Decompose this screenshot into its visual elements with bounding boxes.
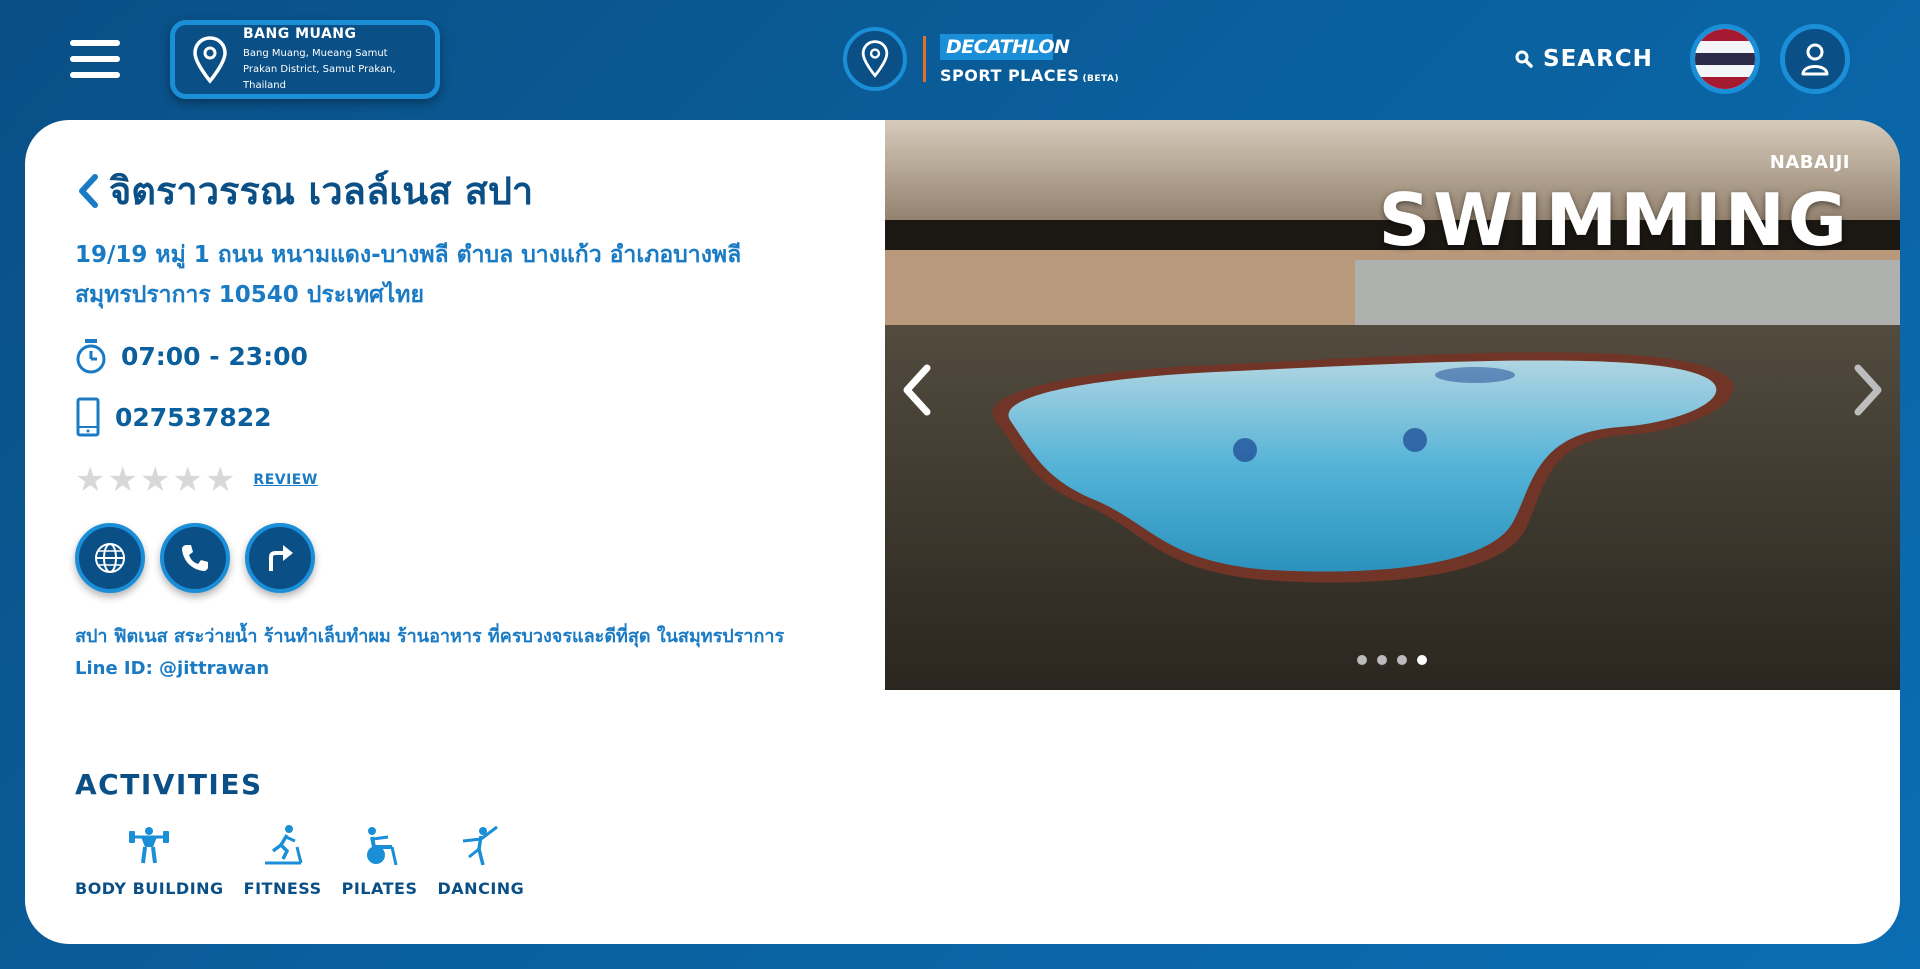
website-button[interactable] bbox=[75, 523, 145, 593]
flag-stripe bbox=[1695, 77, 1755, 89]
phone-row: 027537822 bbox=[75, 397, 855, 437]
flag-stripe bbox=[1695, 65, 1755, 77]
globe-icon bbox=[95, 543, 125, 573]
mobile-phone-icon bbox=[76, 397, 100, 437]
user-icon bbox=[1801, 43, 1829, 76]
top-header: BANG MUANG Bang Muang, Mueang Samut Prak… bbox=[0, 0, 1920, 120]
place-card: จิตราวรรณ เวลล์เนส สปา 19/19 หมู่ 1 ถนน … bbox=[25, 120, 1900, 944]
fitness-icon bbox=[264, 825, 303, 865]
location-subtitle: Bang Muang, Mueang Samut Prakan District… bbox=[243, 47, 396, 91]
carousel-prev-icon[interactable] bbox=[897, 360, 937, 420]
brand-name: SPORT PLACES (BETA) bbox=[940, 66, 1119, 85]
activities-list: BODY BUILDING FITNESS PILATES DANCING bbox=[75, 823, 544, 898]
activity-label: PILATES bbox=[341, 879, 418, 898]
decathlon-wordmark: DECATHLON bbox=[940, 33, 1070, 60]
rating-stars: ★ ★ ★ ★ ★ REVIEW bbox=[75, 463, 855, 497]
place-info: จิตราวรรณ เวลล์เนส สปา 19/19 หมู่ 1 ถนน … bbox=[75, 160, 855, 685]
directions-arrow-icon bbox=[269, 545, 293, 571]
opening-hours: 07:00 - 23:00 bbox=[121, 341, 308, 371]
stopwatch-icon bbox=[76, 339, 106, 374]
action-buttons bbox=[75, 523, 855, 593]
activity-pilates[interactable]: PILATES bbox=[342, 823, 418, 898]
bodybuilding-icon bbox=[129, 827, 170, 864]
activity-body-building[interactable]: BODY BUILDING bbox=[75, 823, 224, 898]
star-icon[interactable]: ★ bbox=[75, 463, 105, 497]
carousel-dot[interactable] bbox=[1357, 655, 1367, 665]
flag-stripe bbox=[1695, 29, 1755, 41]
description-line-1: สปา ฟิตเนส สระว่ายน้ำ ร้านทำเล็บทำผม ร้า… bbox=[75, 626, 785, 647]
activity-label: DANCING bbox=[437, 879, 525, 898]
location-title: BANG MUANG bbox=[243, 25, 357, 42]
brand-divider bbox=[923, 36, 926, 82]
activities-section: ACTIVITIES BODY BUILDING FITNESS PILATES… bbox=[75, 768, 544, 898]
review-link[interactable]: REVIEW bbox=[253, 472, 317, 488]
brand-pin-icon bbox=[843, 27, 907, 91]
search-button[interactable]: SEARCH bbox=[1515, 46, 1653, 72]
carousel-dots bbox=[1357, 655, 1437, 665]
photo-brand-label: NABAIJI bbox=[1769, 152, 1850, 173]
activities-title: ACTIVITIES bbox=[75, 768, 263, 801]
dancing-icon bbox=[462, 825, 498, 866]
photo-carousel[interactable]: NABAIJI SWIMMING bbox=[885, 120, 1900, 690]
location-pin-icon bbox=[193, 35, 227, 84]
activity-label: BODY BUILDING bbox=[75, 879, 224, 898]
brand-name-text: SPORT PLACES bbox=[940, 65, 1080, 85]
carousel-dot[interactable] bbox=[1397, 655, 1407, 665]
carousel-next-icon[interactable] bbox=[1848, 360, 1888, 420]
photo-sport-label: SWIMMING bbox=[1378, 178, 1850, 262]
address-line-2: สมุทรปราการ 10540 ประเทศไทย bbox=[75, 282, 424, 308]
location-selector[interactable]: BANG MUANG Bang Muang, Mueang Samut Prak… bbox=[170, 20, 440, 99]
star-icon[interactable]: ★ bbox=[107, 463, 137, 497]
menu-icon[interactable] bbox=[70, 40, 120, 78]
star-icon[interactable]: ★ bbox=[205, 463, 235, 497]
activity-label: FITNESS bbox=[243, 879, 322, 898]
carousel-dot-active[interactable] bbox=[1417, 655, 1427, 665]
beta-badge: (BETA) bbox=[1082, 73, 1120, 84]
user-account-button[interactable] bbox=[1780, 24, 1850, 94]
directions-button[interactable] bbox=[245, 523, 315, 593]
place-address: 19/19 หมู่ 1 ถนน หนามแดง-บางพลี ตำบล บาง… bbox=[75, 235, 855, 315]
search-icon bbox=[1515, 50, 1533, 68]
activity-dancing[interactable]: DANCING bbox=[438, 823, 525, 898]
phone-number[interactable]: 027537822 bbox=[115, 403, 272, 432]
brand-logo[interactable]: DECATHLON SPORT PLACES (BETA) bbox=[843, 26, 1119, 92]
flag-stripe bbox=[1695, 41, 1755, 53]
line-id: Line ID: @jittrawan bbox=[75, 658, 270, 679]
pilates-icon bbox=[366, 827, 398, 866]
back-chevron-icon[interactable] bbox=[75, 171, 101, 211]
carousel-dot[interactable] bbox=[1377, 655, 1387, 665]
activity-fitness[interactable]: FITNESS bbox=[244, 823, 322, 898]
language-flag-button[interactable] bbox=[1690, 24, 1760, 94]
hours-row: 07:00 - 23:00 bbox=[75, 337, 855, 375]
search-label: SEARCH bbox=[1543, 46, 1653, 72]
address-line-1: 19/19 หมู่ 1 ถนน หนามแดง-บางพลี ตำบล บาง… bbox=[75, 242, 742, 268]
phone-icon bbox=[182, 545, 208, 571]
star-icon[interactable]: ★ bbox=[140, 463, 170, 497]
place-description: สปา ฟิตเนส สระว่ายน้ำ ร้านทำเล็บทำผม ร้า… bbox=[75, 621, 855, 685]
star-icon[interactable]: ★ bbox=[172, 463, 202, 497]
place-title: จิตราวรรณ เวลล์เนส สปา bbox=[109, 169, 534, 213]
flag-stripe bbox=[1695, 53, 1755, 65]
call-button[interactable] bbox=[160, 523, 230, 593]
